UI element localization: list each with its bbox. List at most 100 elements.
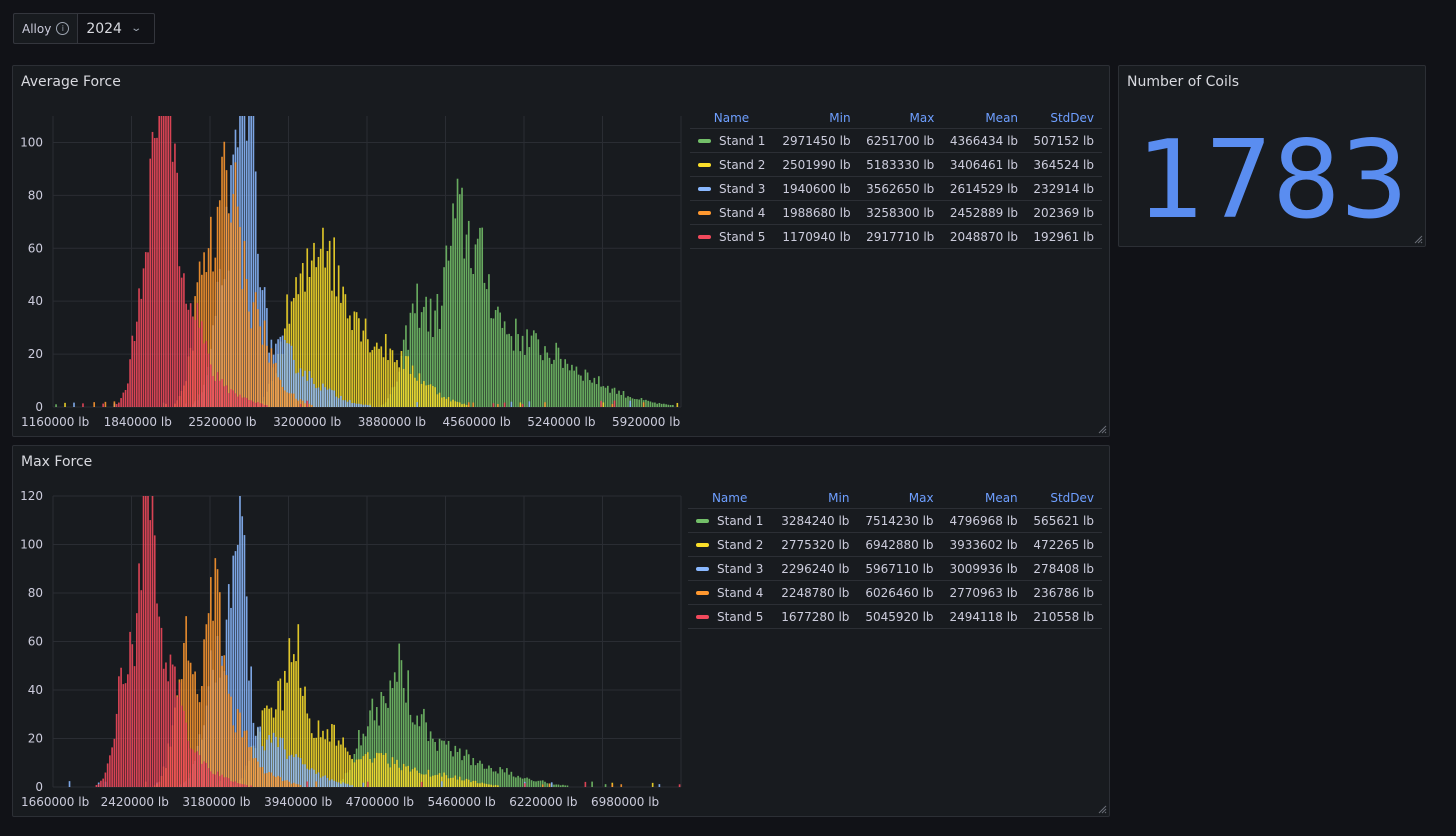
series-color-swatch bbox=[696, 519, 709, 523]
histogram-bar bbox=[252, 401, 255, 407]
y-tick-label: 0 bbox=[35, 780, 43, 794]
histogram-bar bbox=[165, 116, 167, 407]
legend-series-name[interactable]: Stand 1 bbox=[690, 128, 775, 153]
legend-mean-value: 2494118 lb bbox=[941, 604, 1026, 629]
legend-series-name[interactable]: Stand 5 bbox=[690, 224, 775, 249]
histogram-bar bbox=[319, 390, 322, 407]
histogram-bar bbox=[297, 784, 300, 787]
histogram-bar bbox=[328, 388, 331, 407]
histogram-bar bbox=[384, 334, 387, 407]
legend-series-name[interactable]: Stand 4 bbox=[688, 580, 774, 605]
legend-row[interactable]: Stand 3 2296240 lb 5967110 lb 3009936 lb 278… bbox=[688, 556, 1102, 581]
x-tick-label: 1660000 lb bbox=[21, 795, 89, 809]
histogram-bar bbox=[236, 782, 239, 787]
histogram-bar bbox=[275, 362, 277, 407]
legend-max-value: 6251700 lb bbox=[858, 128, 943, 153]
legend-header-min[interactable]: Min bbox=[774, 108, 859, 129]
histogram-bar bbox=[254, 292, 257, 407]
histogram-bar bbox=[530, 335, 533, 407]
legend-row[interactable]: Stand 5 1170940 lb 2917710 lb 2048870 lb 192… bbox=[690, 224, 1102, 249]
legend-row[interactable]: Stand 1 2971450 lb 6251700 lb 4366434 lb 507… bbox=[690, 128, 1102, 153]
histogram-bar bbox=[167, 681, 170, 787]
resize-handle-icon[interactable] bbox=[1413, 234, 1423, 244]
histogram-bar bbox=[232, 725, 235, 787]
histogram-bar bbox=[441, 781, 443, 787]
histogram-bar bbox=[537, 339, 540, 407]
histogram-bar bbox=[335, 296, 338, 407]
histogram-bar bbox=[405, 356, 407, 407]
histogram-bar bbox=[174, 143, 176, 407]
legend-row[interactable]: Stand 4 1988680 lb 3258300 lb 2452889 lb 202… bbox=[690, 200, 1102, 225]
histogram-bar bbox=[651, 782, 654, 787]
histogram-bar bbox=[548, 357, 551, 407]
histogram-bar bbox=[369, 759, 371, 787]
histogram-bar bbox=[257, 402, 259, 407]
legend-series-name[interactable]: Stand 3 bbox=[690, 176, 775, 201]
histogram-bar bbox=[544, 346, 546, 407]
legend-row[interactable]: Stand 4 2248780 lb 6026460 lb 2770963 lb 236… bbox=[688, 580, 1102, 605]
histogram-bar bbox=[358, 318, 360, 407]
legend-series-name[interactable]: Stand 1 bbox=[688, 508, 774, 533]
histogram-bar bbox=[232, 390, 235, 407]
histogram-bar bbox=[180, 705, 183, 787]
histogram-bar bbox=[349, 755, 351, 787]
legend-header-min[interactable]: Min bbox=[773, 488, 858, 509]
legend-series-name[interactable]: Stand 2 bbox=[688, 532, 774, 557]
legend-header-max[interactable]: Max bbox=[858, 108, 943, 129]
histogram-bar bbox=[447, 397, 450, 407]
histogram-bar bbox=[225, 385, 228, 407]
histogram-bar bbox=[133, 666, 136, 787]
histogram-bar bbox=[627, 396, 629, 407]
histogram-bar bbox=[281, 386, 284, 407]
legend-row[interactable]: Stand 2 2775320 lb 6942880 lb 3933602 lb 472… bbox=[688, 532, 1102, 557]
histogram-bar bbox=[259, 403, 261, 407]
histogram-bar bbox=[351, 785, 353, 787]
resize-handle-icon[interactable] bbox=[1097, 424, 1107, 434]
histogram-bar bbox=[384, 753, 387, 787]
legend-header-name[interactable]: Name bbox=[690, 108, 775, 129]
histogram-bar bbox=[358, 759, 360, 787]
histogram-bar bbox=[337, 782, 340, 787]
histogram-bar bbox=[178, 682, 181, 787]
legend-series-name[interactable]: Stand 3 bbox=[688, 556, 774, 581]
histogram-bar bbox=[367, 781, 369, 787]
histogram-bar bbox=[528, 778, 531, 787]
legend-header-mean[interactable]: Mean bbox=[941, 488, 1026, 509]
histogram-bar bbox=[449, 777, 452, 787]
histogram-bar bbox=[160, 116, 163, 407]
legend-series-name[interactable]: Stand 5 bbox=[688, 604, 774, 629]
legend-header-max[interactable]: Max bbox=[857, 488, 942, 509]
histogram-bar bbox=[512, 776, 515, 787]
histogram-bar bbox=[203, 761, 205, 787]
histogram-bar bbox=[490, 784, 492, 787]
legend-header-name[interactable]: Name bbox=[688, 488, 774, 509]
histogram-bar bbox=[93, 402, 96, 407]
histogram-bar bbox=[557, 784, 560, 787]
histogram-bar bbox=[261, 767, 264, 787]
resize-handle-icon[interactable] bbox=[1097, 804, 1107, 814]
legend-row[interactable]: Stand 2 2501990 lb 5183330 lb 3406461 lb 364… bbox=[690, 152, 1102, 177]
legend-row[interactable]: Stand 1 3284240 lb 7514230 lb 4796968 lb 565… bbox=[688, 508, 1102, 533]
info-icon[interactable]: i bbox=[56, 22, 70, 35]
histogram-bar bbox=[153, 138, 156, 407]
series-color-swatch bbox=[696, 567, 709, 571]
legend-header-stddev[interactable]: StdDev bbox=[1025, 488, 1102, 509]
histogram-bar bbox=[106, 763, 109, 787]
legend-row[interactable]: Stand 5 1677280 lb 5045920 lb 2494118 lb 210… bbox=[688, 604, 1102, 629]
histogram-bar bbox=[118, 676, 120, 787]
histogram-bar bbox=[144, 496, 147, 787]
legend-header-stddev[interactable]: StdDev bbox=[1026, 108, 1102, 129]
legend-row[interactable]: Stand 3 1940600 lb 3562650 lb 2614529 lb 232… bbox=[690, 176, 1102, 201]
alloy-year-select[interactable]: 2024 ⌄ bbox=[77, 13, 156, 44]
histogram-bar bbox=[519, 777, 522, 787]
histogram-bar bbox=[391, 350, 394, 407]
histogram-bar bbox=[328, 240, 331, 407]
legend-series-name[interactable]: Stand 2 bbox=[690, 152, 775, 177]
legend-header-mean[interactable]: Mean bbox=[942, 108, 1027, 129]
histogram-bar bbox=[239, 712, 241, 787]
histogram-bar bbox=[470, 782, 472, 787]
y-tick-label: 100 bbox=[20, 538, 43, 552]
histogram-bar bbox=[243, 730, 246, 787]
histogram-bar bbox=[250, 785, 253, 787]
legend-series-name[interactable]: Stand 4 bbox=[690, 200, 775, 225]
